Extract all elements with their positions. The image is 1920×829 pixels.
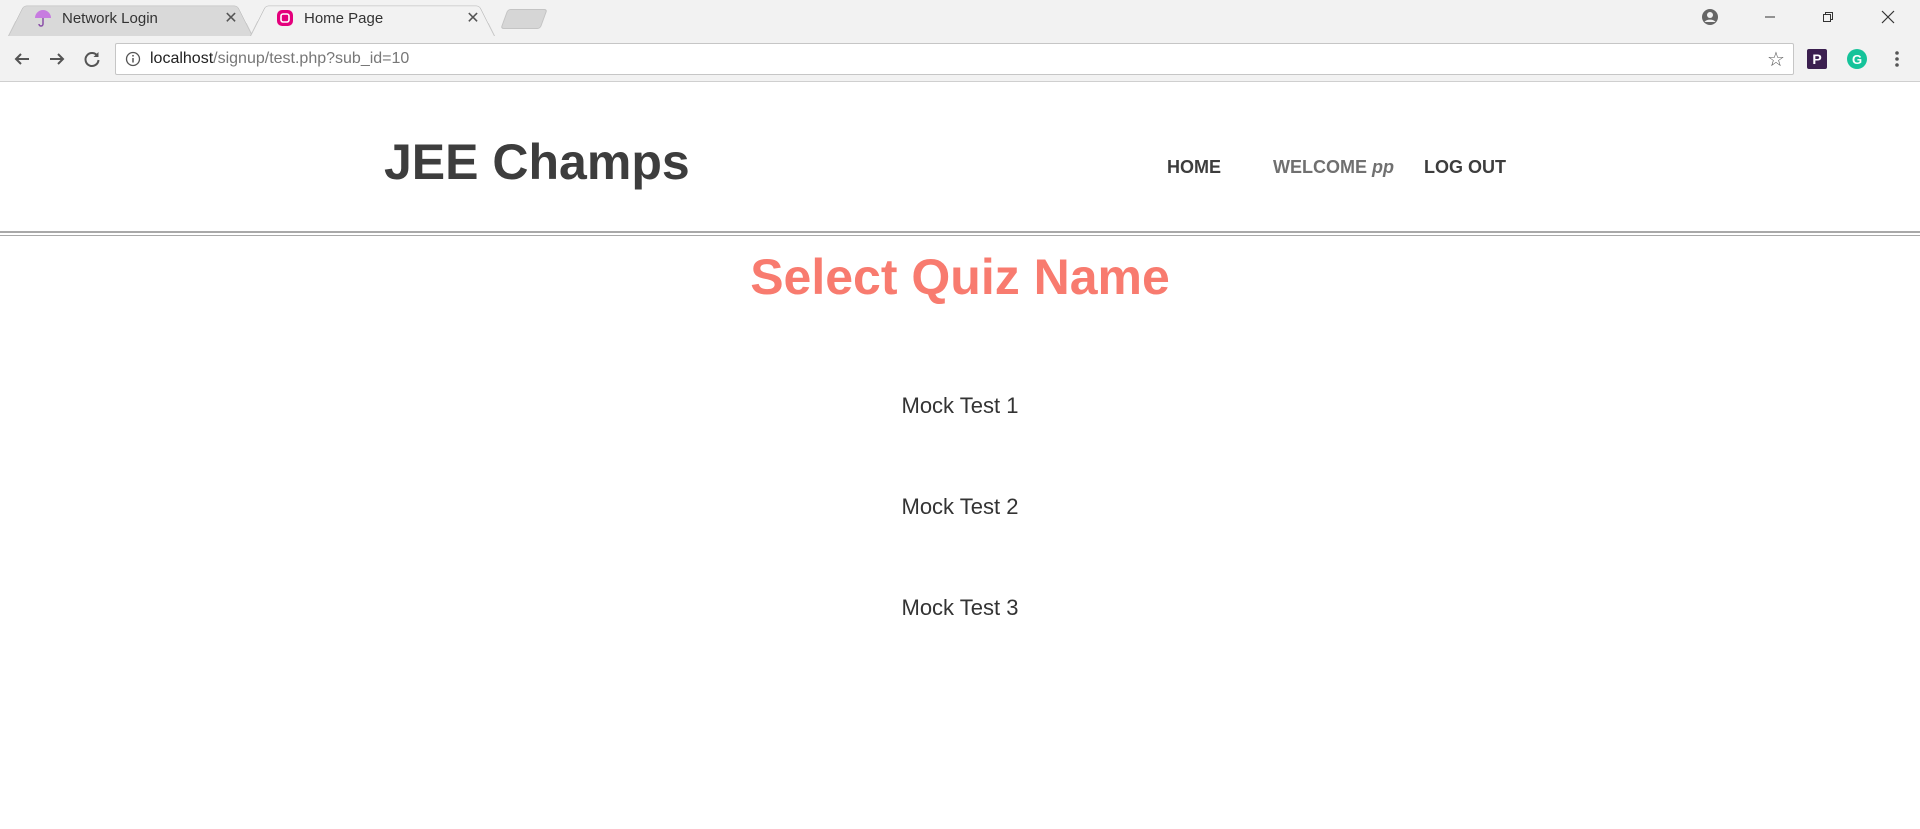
svg-text:P: P [1812,51,1821,67]
close-window-icon[interactable] [1860,0,1916,34]
quiz-link-mock-test-3[interactable]: Mock Test 3 [0,592,1920,693]
url-host: localhost [150,50,214,67]
forward-arrow-icon[interactable] [43,45,71,73]
menu-kebab-icon[interactable] [1886,48,1908,70]
tab-title: Network Login [62,9,158,27]
close-icon[interactable]: ✕ [221,8,241,28]
nav-logout[interactable]: LOG OUT [1424,157,1506,178]
restore-icon[interactable] [1800,0,1856,34]
new-tab-button[interactable] [500,9,548,29]
profile-icon[interactable] [1682,0,1738,34]
wamp-icon [276,9,294,27]
tab-home-page[interactable]: Home Page ✕ [250,0,495,36]
welcome-username: pp [1372,157,1395,177]
p-extension-icon[interactable]: P [1806,48,1828,70]
reload-icon[interactable] [78,45,106,73]
address-bar[interactable]: localhost/signup/test.php?sub_id=10 ☆ [115,43,1794,75]
tab-strip: Network Login ✕ Home Page ✕ [0,0,1920,36]
nav-home[interactable]: HOME [1167,157,1221,178]
info-icon[interactable] [116,44,150,74]
tab-title: Home Page [304,9,384,27]
quiz-link-mock-test-1[interactable]: Mock Test 1 [0,390,1920,491]
nav-welcome: WELCOME pp [1273,157,1394,178]
browser-toolbar: localhost/signup/test.php?sub_id=10 ☆ P … [0,36,1920,82]
site-logo-text[interactable]: JEE Champs [384,133,690,191]
minimize-icon[interactable] [1742,0,1798,34]
svg-text:G: G [1852,52,1862,67]
back-arrow-icon[interactable] [8,45,36,73]
bookmark-star-icon[interactable]: ☆ [1765,48,1787,71]
close-icon[interactable]: ✕ [463,8,483,28]
grammarly-icon[interactable]: G [1846,48,1868,70]
page-title: Select Quiz Name [750,249,1170,305]
tab-network-login[interactable]: Network Login ✕ [8,0,253,36]
welcome-label: WELCOME [1273,157,1367,177]
site-header: JEE Champs HOME WELCOME pp LOG OUT [0,83,1920,233]
umbrella-icon [34,9,52,27]
quiz-list: Mock Test 1 Mock Test 2 Mock Test 3 [0,390,1920,693]
url-path: /signup/test.php?sub_id=10 [213,50,410,67]
quiz-link-mock-test-2[interactable]: Mock Test 2 [0,491,1920,592]
header-divider [0,231,1920,236]
